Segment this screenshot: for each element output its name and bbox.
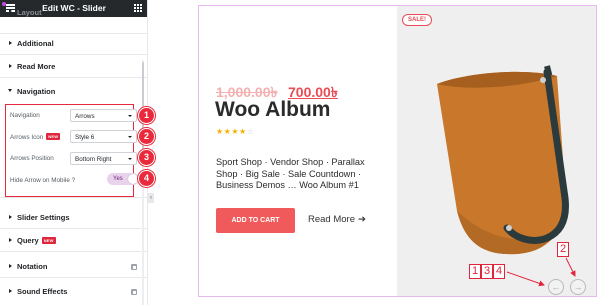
select-value: Style 6 <box>75 133 95 141</box>
slider-prev-arrow[interactable]: ← <box>548 279 564 295</box>
toggle-knob <box>128 174 138 184</box>
control-label: Hide Arrow on Mobile ? <box>10 177 76 184</box>
caret-right-icon <box>9 264 12 268</box>
read-more-link[interactable]: Read More ➔ <box>308 214 366 225</box>
sale-badge: SALE! <box>402 14 432 26</box>
pro-lock-icon <box>131 289 137 295</box>
marker-1: 1 <box>138 107 155 124</box>
section-label: Slider Settings <box>17 213 70 222</box>
control-label: Navigation <box>10 112 40 119</box>
star-filled-icon: ★ <box>216 127 224 136</box>
arrows-icon-select[interactable]: Style 6 <box>70 130 137 143</box>
arrows-position-select[interactable]: Bottom Right <box>70 152 137 165</box>
section-label: Additional <box>17 39 54 48</box>
control-label: Arrows Position <box>10 155 54 162</box>
caret-right-icon <box>9 9 12 13</box>
slider-next-arrow[interactable]: → <box>570 279 586 295</box>
arrows-icon-control: Arrows Icon NEW Style 6 <box>10 129 137 145</box>
editor-panel: Edit WC - Slider Layout Additional Read … <box>0 0 148 305</box>
select-value: Bottom Right <box>75 155 112 163</box>
add-to-cart-button[interactable]: ADD TO CART <box>216 208 295 233</box>
navigation-select[interactable]: Arrows <box>70 109 137 122</box>
editor-window: Edit WC - Slider Layout Additional Read … <box>0 0 600 305</box>
section-additional[interactable]: Additional <box>0 33 147 55</box>
navigation-control: Navigation Arrows <box>10 108 137 124</box>
section-label: Layout <box>17 8 42 17</box>
section-slider-settings[interactable]: Slider Settings <box>0 207 147 229</box>
chevron-down-icon <box>128 115 132 117</box>
star-empty-icon: ☆ <box>246 127 255 136</box>
pro-lock-icon <box>131 264 137 270</box>
section-query[interactable]: Query NEW <box>0 230 147 252</box>
annotation-marker-1: 1 <box>469 264 481 279</box>
collapse-panel-icon[interactable]: ‹ <box>148 193 154 203</box>
marker-4: 4 <box>138 170 155 187</box>
arrow-right-icon: ➔ <box>358 214 366 225</box>
product-title[interactable]: Woo Album <box>215 98 330 122</box>
section-label: Sound Effects <box>17 287 68 296</box>
select-value: Arrows <box>75 112 95 120</box>
new-badge: NEW <box>46 133 61 140</box>
star-filled-icon: ★ <box>239 127 247 136</box>
caret-right-icon <box>9 41 12 45</box>
caret-right-icon <box>9 238 12 242</box>
section-sound-effects[interactable]: Sound Effects <box>0 281 147 303</box>
marker-2: 2 <box>138 128 155 145</box>
star-filled-icon: ★ <box>231 127 240 136</box>
slider-preview: 1,000.00৳ 700.00৳ Woo Album ★★★★☆ Sport … <box>198 5 597 297</box>
annotation-marker-2: 2 <box>557 242 569 257</box>
caret-down-icon <box>8 89 12 92</box>
star-rating: ★★★★☆ <box>216 127 254 136</box>
control-label-text: Arrows Icon <box>10 134 44 141</box>
section-label: Notation <box>17 262 48 271</box>
caret-right-icon <box>9 289 12 293</box>
marker-3: 3 <box>138 149 155 166</box>
section-label: Navigation <box>17 87 56 96</box>
new-badge: NEW <box>41 237 56 244</box>
chevron-down-icon <box>128 136 132 138</box>
read-more-label: Read More <box>308 214 355 225</box>
chevron-down-icon <box>128 158 132 160</box>
section-label-text: Query <box>17 236 39 245</box>
section-read-more[interactable]: Read More <box>0 56 147 78</box>
section-label: Read More <box>17 62 56 71</box>
control-label: Arrows Icon NEW <box>10 133 61 141</box>
toggle-label: Yes <box>113 175 123 182</box>
section-layout[interactable]: Layout <box>0 0 147 34</box>
caret-right-icon <box>9 64 12 68</box>
hide-arrow-toggle[interactable]: Yes <box>107 173 139 185</box>
annotation-marker-4: 4 <box>493 264 505 279</box>
section-notation[interactable]: Notation <box>0 256 147 278</box>
section-label: Query NEW <box>17 236 56 245</box>
caret-right-icon <box>9 215 12 219</box>
annotation-marker-3: 3 <box>481 264 493 279</box>
arrows-position-control: Arrows Position Bottom Right <box>10 151 137 167</box>
product-description: Sport Shop · Vendor Shop · Parallax Shop… <box>216 157 365 190</box>
